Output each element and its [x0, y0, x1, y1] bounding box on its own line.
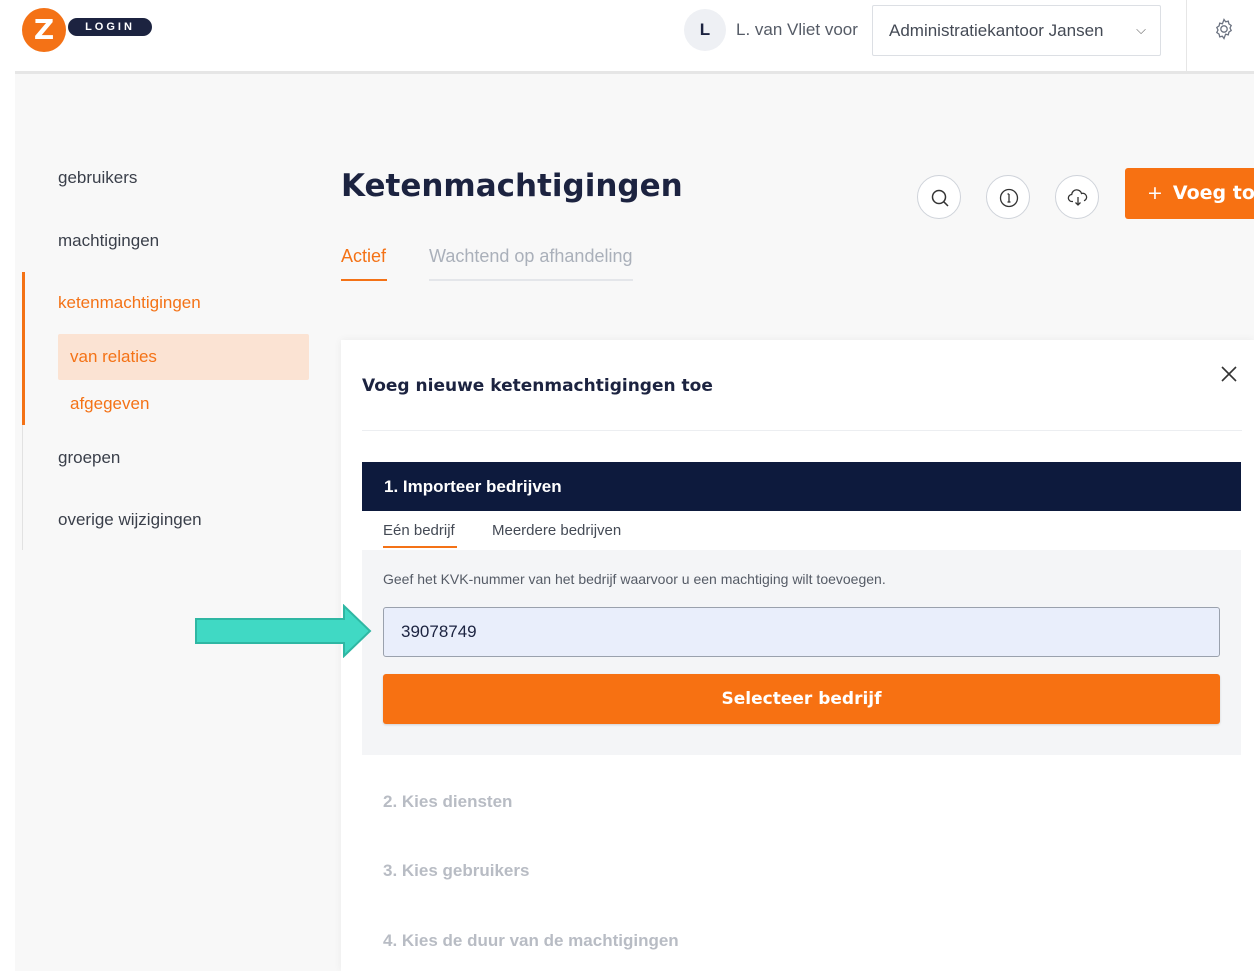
logo-text: LOGIN — [68, 18, 152, 36]
organization-select-value: Administratiekantoor Jansen — [889, 21, 1104, 40]
select-company-button[interactable]: Selecteer bedrijf — [383, 674, 1220, 724]
sidebar-item-overige-wijzigingen[interactable]: overige wijzigingen — [58, 510, 202, 530]
organization-select[interactable]: Administratiekantoor Jansen ⌵ — [872, 5, 1161, 56]
sidebar-item-machtigingen[interactable]: machtigingen — [58, 231, 159, 251]
sidebar-subitem-afgegeven[interactable]: afgegeven — [70, 394, 149, 414]
sidebar-item-groepen[interactable]: groepen — [58, 448, 120, 468]
kvk-number-input[interactable] — [383, 607, 1220, 657]
page-title: Ketenmachtigingen — [341, 168, 683, 204]
subtab-active-underline — [383, 546, 457, 548]
download-button[interactable] — [1055, 175, 1099, 219]
gear-icon[interactable] — [1212, 17, 1236, 41]
logo-icon: Z — [22, 8, 66, 52]
search-button[interactable] — [917, 175, 961, 219]
add-button[interactable]: + Voeg toe — [1125, 168, 1254, 219]
sidebar-item-gebruikers[interactable]: gebruikers — [58, 168, 137, 188]
logo[interactable]: Z LOGIN — [22, 8, 162, 52]
tab-wachtend[interactable]: Wachtend op afhandeling — [429, 246, 632, 267]
step-1-header[interactable]: 1. Importeer bedrijven — [362, 462, 1241, 511]
sidebar-active-indicator — [22, 272, 25, 425]
chevron-down-icon: ⌵ — [1136, 22, 1146, 37]
kvk-hint: Geef het KVK-nummer van het bedrijf waar… — [383, 571, 886, 587]
top-bar: Z LOGIN L L. van Vliet voor Administrati… — [0, 0, 1254, 72]
tab-active-underline — [341, 279, 387, 281]
step-2-title: 2. Kies diensten — [383, 792, 513, 811]
step-4-title: 4. Kies de duur van de machtigingen — [383, 931, 679, 950]
sidebar-subitem-van-relaties[interactable]: van relaties — [70, 347, 157, 367]
subtab-een-bedrijf[interactable]: Eén bedrijf — [383, 522, 455, 539]
modal-divider — [362, 430, 1242, 431]
arrow-right-icon — [195, 604, 372, 658]
user-label: L. van Vliet voor — [736, 20, 858, 39]
tab-underline — [429, 279, 633, 281]
add-button-label: Voeg toe — [1172, 182, 1254, 204]
tab-actief[interactable]: Actief — [341, 246, 386, 267]
subtab-meerdere-bedrijven[interactable]: Meerdere bedrijven — [492, 522, 621, 539]
avatar[interactable]: L — [684, 9, 726, 51]
search-icon — [931, 189, 949, 207]
step-3-title: 3. Kies gebruikers — [383, 861, 530, 880]
info-button[interactable] — [986, 175, 1030, 219]
sidebar-item-ketenmachtigingen[interactable]: ketenmachtigingen — [58, 293, 201, 313]
info-icon — [999, 188, 1019, 208]
plus-icon: + — [1147, 182, 1163, 204]
divider — [1186, 0, 1187, 72]
sidebar-line — [22, 425, 23, 550]
close-icon[interactable] — [1218, 363, 1240, 385]
step-1-title: 1. Importeer bedrijven — [384, 477, 562, 496]
modal-title: Voeg nieuwe ketenmachtigingen toe — [362, 376, 713, 396]
cloud-download-icon — [1067, 189, 1088, 206]
